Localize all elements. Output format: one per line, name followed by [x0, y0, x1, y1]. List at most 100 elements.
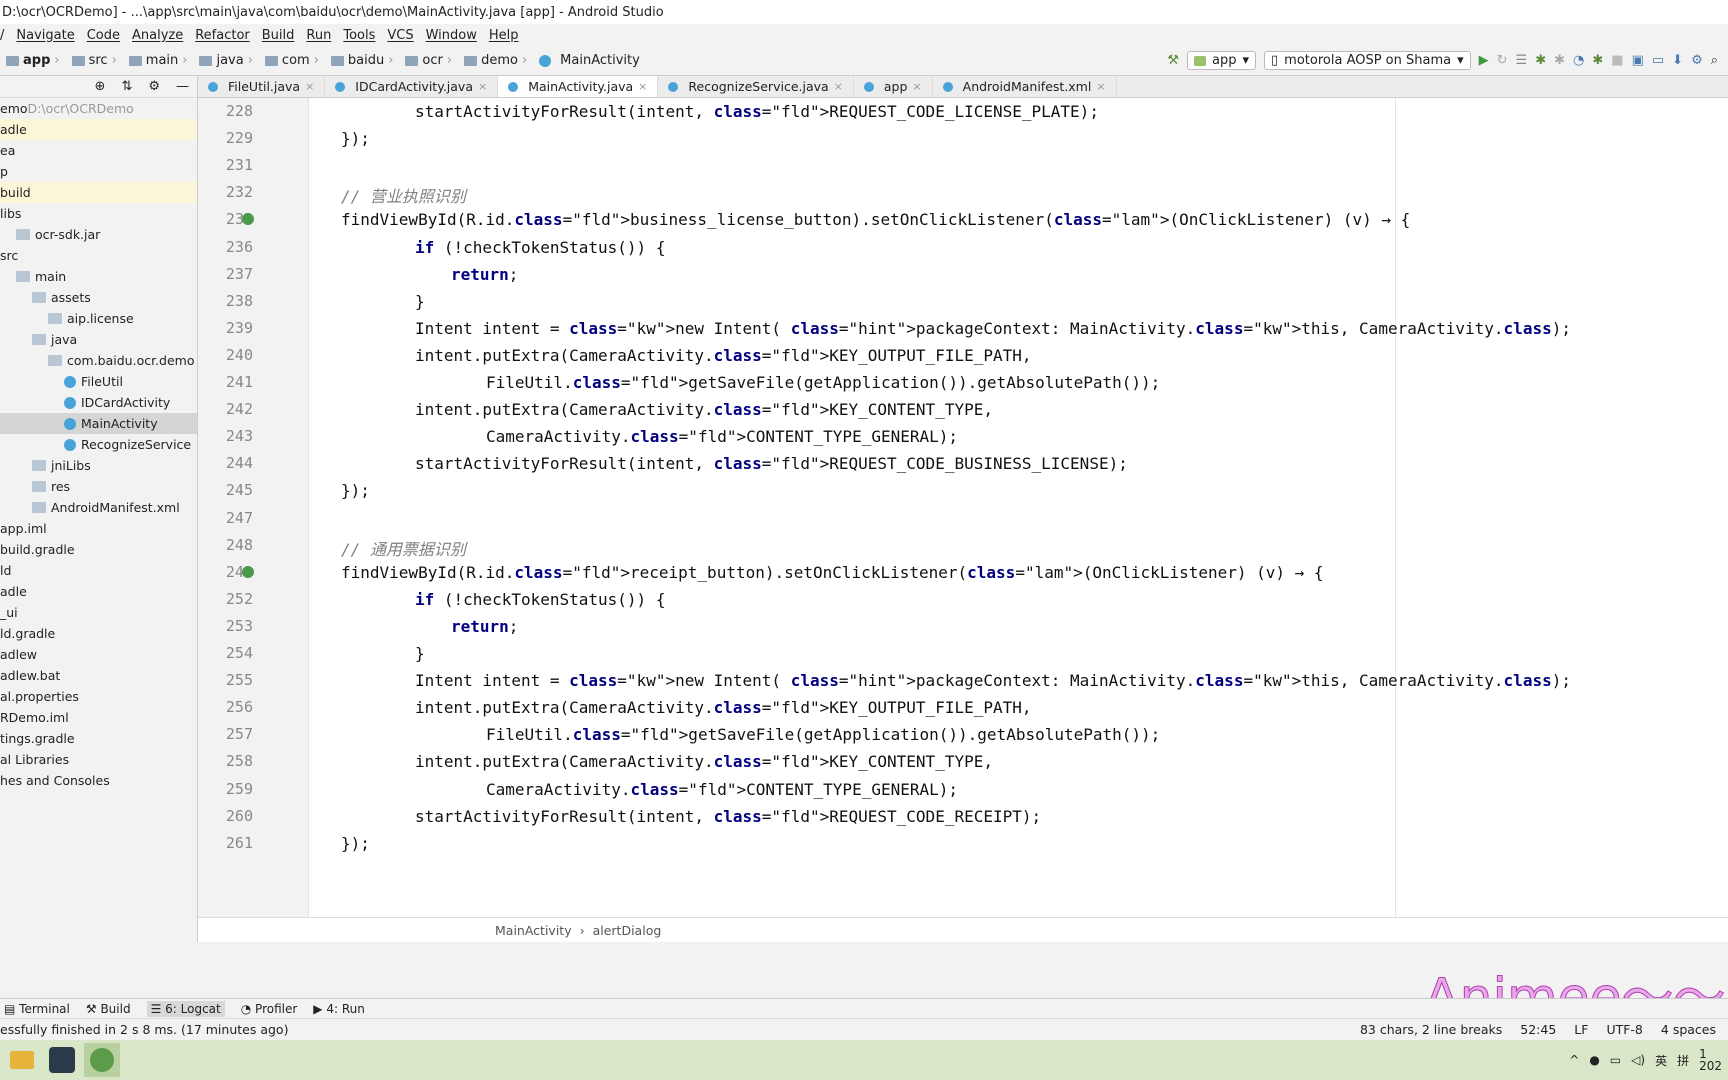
- volume-icon[interactable]: ◁): [1631, 1053, 1645, 1067]
- crumb-baidu[interactable]: baidu ›: [325, 53, 400, 68]
- editor-tab[interactable]: AndroidManifest.xml ×: [933, 76, 1117, 97]
- menu-build[interactable]: Build: [262, 28, 295, 43]
- nox-app[interactable]: [44, 1043, 80, 1077]
- tree-item[interactable]: tings.gradle: [0, 728, 197, 749]
- tree-item[interactable]: RecognizeService: [0, 434, 197, 455]
- code-text[interactable]: startActivityForResult(intent, class="fl…: [309, 98, 1728, 917]
- bug-icon[interactable]: ✱: [1592, 53, 1603, 68]
- tree-item[interactable]: ocr-sdk.jar: [0, 224, 197, 245]
- stop-icon[interactable]: ■: [1611, 53, 1623, 68]
- tree-item[interactable]: app.iml: [0, 518, 197, 539]
- menu-navigate[interactable]: Navigate: [16, 28, 74, 43]
- crumb-mainactivity[interactable]: MainActivity: [533, 53, 646, 68]
- tree-item[interactable]: libs: [0, 203, 197, 224]
- tree-item[interactable]: IDCardActivity: [0, 392, 197, 413]
- ime-indicator[interactable]: 英: [1655, 1052, 1667, 1069]
- sdk-icon[interactable]: ⬇: [1672, 53, 1683, 68]
- crumb-app[interactable]: app ›: [0, 53, 66, 68]
- tree-item[interactable]: adle: [0, 581, 197, 602]
- tree-item[interactable]: src: [0, 245, 197, 266]
- implements-icon[interactable]: [242, 565, 254, 578]
- tree-item[interactable]: build.gradle: [0, 539, 197, 560]
- line-separator[interactable]: LF: [1574, 1022, 1588, 1037]
- menu-run[interactable]: Run: [306, 28, 331, 43]
- editor-tab[interactable]: MainActivity.java ×: [498, 76, 659, 97]
- run-icon[interactable]: ▶: [1479, 53, 1489, 68]
- tree-item[interactable]: RDemo.iml: [0, 707, 197, 728]
- profile-icon[interactable]: ◔: [1573, 53, 1584, 68]
- close-icon[interactable]: ×: [478, 80, 487, 93]
- indent-info[interactable]: 4 spaces: [1661, 1022, 1716, 1037]
- mic-icon[interactable]: ●: [1589, 1053, 1599, 1067]
- tree-item[interactable]: emo D:\ocr\OCRDemo: [0, 98, 197, 119]
- tree-item[interactable]: main: [0, 266, 197, 287]
- menu-analyze[interactable]: Analyze: [132, 28, 183, 43]
- ime-mode[interactable]: 拼: [1677, 1052, 1689, 1069]
- tree-item[interactable]: MainActivity: [0, 413, 197, 434]
- locate-icon[interactable]: ⊕: [95, 79, 106, 94]
- clock[interactable]: 1 202: [1699, 1048, 1722, 1072]
- chevron-up-icon[interactable]: ^: [1569, 1053, 1579, 1067]
- tree-item[interactable]: java: [0, 329, 197, 350]
- tree-item[interactable]: com.baidu.ocr.demo: [0, 350, 197, 371]
- editor-tab[interactable]: IDCardActivity.java ×: [325, 76, 499, 97]
- tree-item[interactable]: build: [0, 182, 197, 203]
- list-icon[interactable]: ☰: [1516, 53, 1528, 68]
- tree-item[interactable]: al Libraries: [0, 749, 197, 770]
- menu-vcs[interactable]: VCS: [387, 28, 413, 43]
- crumb-ocr[interactable]: ocr ›: [399, 53, 458, 68]
- android-studio-app[interactable]: [84, 1043, 120, 1077]
- run-tab[interactable]: ▶ 4: Run: [313, 1002, 365, 1016]
- profiler-tab[interactable]: ◔ Profiler: [241, 1002, 298, 1016]
- tree-item[interactable]: jniLibs: [0, 455, 197, 476]
- run-config-select[interactable]: app ▾: [1187, 51, 1257, 70]
- menu-tools[interactable]: Tools: [343, 28, 375, 43]
- tree-item[interactable]: res: [0, 476, 197, 497]
- tree-item[interactable]: hes and Consoles: [0, 770, 197, 791]
- crumb-src[interactable]: src ›: [66, 53, 123, 68]
- network-icon[interactable]: ▭: [1610, 1053, 1621, 1067]
- tree-item[interactable]: assets: [0, 287, 197, 308]
- caret-position[interactable]: 52:45: [1520, 1022, 1556, 1037]
- avd-icon[interactable]: ▭: [1652, 53, 1664, 68]
- terminal-tab[interactable]: ▤ Terminal: [4, 1002, 70, 1016]
- rerun-icon[interactable]: ↻: [1497, 53, 1508, 68]
- tree-item[interactable]: al.properties: [0, 686, 197, 707]
- crumb-demo[interactable]: demo ›: [458, 53, 533, 68]
- close-icon[interactable]: ×: [638, 80, 647, 93]
- crumb-main[interactable]: main ›: [123, 53, 194, 68]
- hammer-icon[interactable]: ⚒: [1167, 53, 1179, 68]
- hide-icon[interactable]: —: [176, 79, 189, 94]
- tree-item[interactable]: _ui: [0, 602, 197, 623]
- structure-icon[interactable]: ⚙: [1691, 53, 1703, 68]
- tree-item[interactable]: adlew: [0, 644, 197, 665]
- tree-item[interactable]: ld: [0, 560, 197, 581]
- close-icon[interactable]: ×: [912, 80, 921, 93]
- editor-tab[interactable]: RecognizeService.java ×: [658, 76, 854, 97]
- crumb-java[interactable]: java ›: [193, 53, 258, 68]
- close-icon[interactable]: ×: [305, 80, 314, 93]
- search-icon[interactable]: ⌕: [1711, 53, 1718, 68]
- tree-item[interactable]: adle: [0, 119, 197, 140]
- tree-item[interactable]: p: [0, 161, 197, 182]
- tree-item[interactable]: adlew.bat: [0, 665, 197, 686]
- attach-icon[interactable]: ✱: [1554, 53, 1565, 68]
- editor-tab[interactable]: FileUtil.java ×: [198, 76, 326, 97]
- debug-icon[interactable]: ✱: [1535, 53, 1546, 68]
- tree-item[interactable]: FileUtil: [0, 371, 197, 392]
- menu-help[interactable]: Help: [489, 28, 519, 43]
- gear-icon[interactable]: ⚙: [148, 79, 160, 94]
- build-tab[interactable]: ⚒ Build: [86, 1002, 131, 1016]
- file-explorer-app[interactable]: [4, 1043, 40, 1077]
- tree-item[interactable]: ea: [0, 140, 197, 161]
- breadcrumb-member[interactable]: alertDialog: [593, 923, 662, 938]
- tree-item[interactable]: ld.gradle: [0, 623, 197, 644]
- tree-item[interactable]: aip.license: [0, 308, 197, 329]
- crumb-com[interactable]: com ›: [259, 53, 325, 68]
- logcat-tab[interactable]: ☰ 6: Logcat: [146, 1000, 225, 1017]
- menu-window[interactable]: Window: [426, 28, 477, 43]
- menu-fragment[interactable]: /: [0, 28, 4, 43]
- breadcrumb-class[interactable]: MainActivity: [495, 923, 572, 938]
- editor-tab[interactable]: app ×: [854, 76, 933, 97]
- close-icon[interactable]: ×: [1096, 80, 1105, 93]
